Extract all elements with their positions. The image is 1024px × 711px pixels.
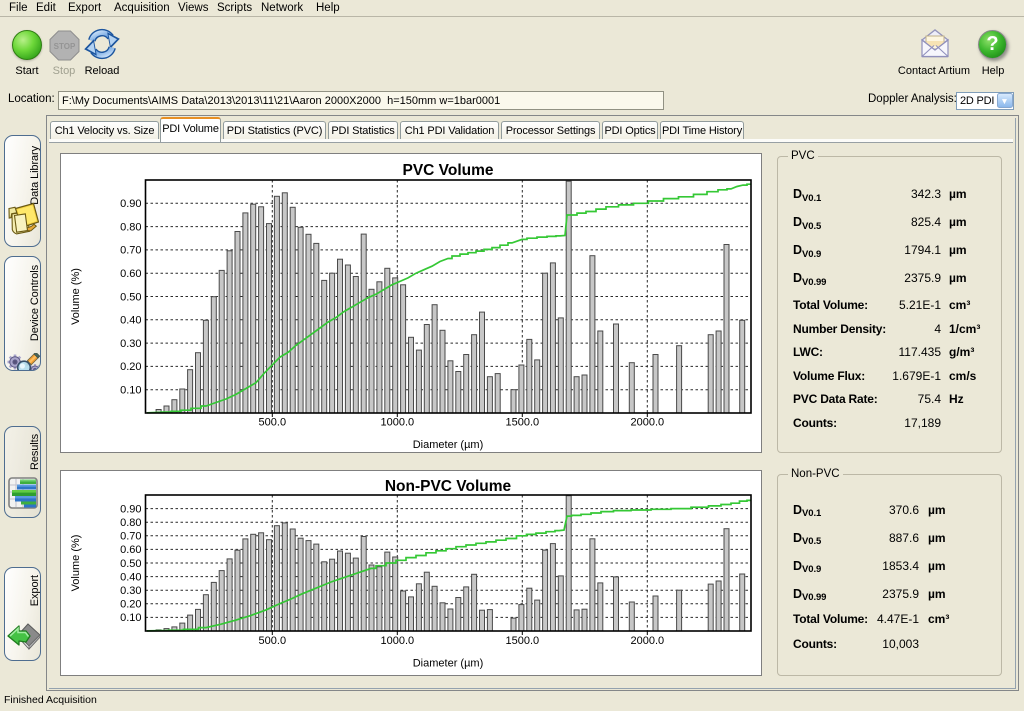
- svg-text:Diameter (µm): Diameter (µm): [413, 439, 484, 451]
- svg-text:1500.0: 1500.0: [505, 417, 539, 429]
- svg-text:0.50: 0.50: [120, 291, 141, 303]
- svg-text:1000.0: 1000.0: [380, 417, 414, 429]
- svg-text:Non-PVC Volume: Non-PVC Volume: [385, 478, 512, 495]
- svg-text:STOP: STOP: [54, 42, 76, 51]
- svg-text:0.40: 0.40: [120, 571, 141, 583]
- svg-text:1500.0: 1500.0: [505, 635, 539, 647]
- svg-text:0.80: 0.80: [120, 517, 141, 529]
- svg-text:1000.0: 1000.0: [380, 635, 414, 647]
- svg-text:0.60: 0.60: [120, 544, 141, 556]
- svg-text:PVC Volume: PVC Volume: [402, 162, 493, 179]
- svg-text:500.0: 500.0: [259, 635, 287, 647]
- svg-text:0.10: 0.10: [120, 612, 141, 624]
- svg-text:0.60: 0.60: [120, 268, 141, 280]
- svg-text:0.10: 0.10: [120, 385, 141, 397]
- svg-text:0.70: 0.70: [120, 531, 141, 543]
- svg-text:500.0: 500.0: [259, 417, 287, 429]
- svg-text:0.90: 0.90: [120, 503, 141, 515]
- svg-text:Volume (%): Volume (%): [70, 268, 82, 325]
- svg-text:0.30: 0.30: [120, 585, 141, 597]
- svg-text:0.50: 0.50: [120, 558, 141, 570]
- svg-text:Volume (%): Volume (%): [70, 535, 82, 592]
- svg-text:2000.0: 2000.0: [630, 635, 664, 647]
- svg-text:0.80: 0.80: [120, 221, 141, 233]
- svg-text:0.70: 0.70: [120, 245, 141, 257]
- svg-text:0.20: 0.20: [120, 361, 141, 373]
- svg-text:0.40: 0.40: [120, 315, 141, 327]
- svg-text:0.30: 0.30: [120, 338, 141, 350]
- svg-text:2000.0: 2000.0: [630, 417, 664, 429]
- svg-text:Diameter (µm): Diameter (µm): [413, 658, 484, 670]
- svg-text:0.90: 0.90: [120, 198, 141, 210]
- svg-text:0.20: 0.20: [120, 599, 141, 611]
